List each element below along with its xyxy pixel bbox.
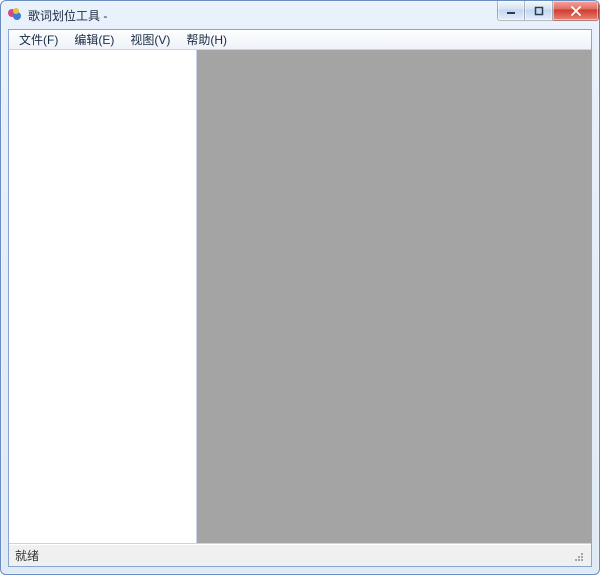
left-pane[interactable] [9,50,197,543]
menu-help-label: 帮助(H) [186,31,227,48]
window-title: 歌词划位工具 - [28,7,107,24]
close-button[interactable] [553,1,599,21]
menu-edit-label: 编辑(E) [74,31,114,48]
menu-view-label: 视图(V) [130,31,170,48]
titlebar[interactable]: 歌词划位工具 - [1,1,599,29]
minimize-button[interactable] [497,1,525,21]
menu-view[interactable]: 视图(V) [122,30,178,49]
statusbar: 就绪 [9,544,591,566]
menu-help[interactable]: 帮助(H) [178,30,235,49]
menu-file-label: 文件(F) [19,31,58,48]
right-pane[interactable] [197,50,591,543]
menu-edit[interactable]: 编辑(E) [66,30,122,49]
client-area: 文件(F) 编辑(E) 视图(V) 帮助(H) 就绪 [8,29,592,567]
app-icon [7,7,23,23]
window-controls [497,1,599,21]
workspace [9,50,591,544]
resize-grip-icon[interactable] [571,549,585,563]
maximize-button[interactable] [525,1,553,21]
menubar: 文件(F) 编辑(E) 视图(V) 帮助(H) [9,30,591,50]
status-text: 就绪 [15,547,39,564]
menu-file[interactable]: 文件(F) [11,30,66,49]
app-window: 歌词划位工具 - 文件(F) 编辑(E) 视图(V) 帮助(H) 就绪 [0,0,600,575]
